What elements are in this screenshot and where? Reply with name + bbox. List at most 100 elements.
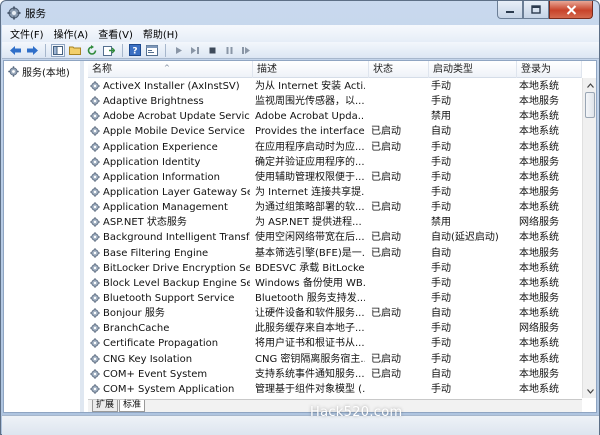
table-row[interactable]: COM+ System Application 管理基于组件对象模型 (... 手动…: [88, 382, 582, 397]
forward-button[interactable]: [25, 44, 39, 57]
column-header-log-on-as[interactable]: 登录为: [517, 61, 582, 78]
menu-file[interactable]: 文件(F): [10, 26, 44, 41]
table-row[interactable]: Base Filtering Engine 基本筛选引擎(BFE)是一... 已启动…: [88, 246, 582, 261]
service-name-cell: Adobe Acrobat Update Service: [90, 109, 250, 124]
table-row[interactable]: Application Experience 在应用程序启动时为应... 已启动 手动…: [88, 140, 582, 155]
table-row[interactable]: Bluetooth Support Service Bluetooth 服务支持发…: [88, 291, 582, 306]
column-header-startup-type[interactable]: 启动类型: [429, 61, 517, 78]
table-row[interactable]: ASP.NET 状态服务 为 ASP.NET 提供进程... 禁用 网络服务: [88, 215, 582, 230]
gear-icon: [90, 338, 100, 349]
service-name-cell: Application Management: [90, 200, 250, 215]
help-button[interactable]: ?: [128, 44, 142, 57]
table-row[interactable]: BitLocker Drive Encryption Se... BDESVC 承…: [88, 261, 582, 276]
service-status: 已启动: [371, 308, 401, 320]
table-row[interactable]: BranchCache 此服务缓存来自本地子... 手动 网络服务: [88, 321, 582, 336]
service-status: 已启动: [371, 368, 401, 380]
scroll-down-button[interactable]: [584, 385, 596, 397]
table-row[interactable]: Block Level Backup Engine Ser... Windows …: [88, 276, 582, 291]
refresh-button[interactable]: [85, 44, 99, 57]
stop-service-button[interactable]: [205, 44, 219, 57]
service-startup-type: 手动: [431, 171, 451, 183]
service-startup-type: 手动: [431, 292, 451, 304]
back-arrow-icon: [9, 45, 21, 55]
service-name: ASP.NET 状态服务: [103, 217, 187, 229]
service-log-on-as: 本地系统: [519, 338, 559, 350]
service-log-on-as: 本地系统: [519, 141, 559, 153]
restart-service-button[interactable]: [239, 44, 253, 57]
tab-extended[interactable]: 扩展: [92, 400, 119, 412]
service-name: Adobe Acrobat Update Service: [103, 111, 250, 123]
properties-button[interactable]: [145, 44, 159, 57]
gear-icon: [90, 96, 100, 106]
gear-icon: [90, 384, 100, 394]
service-description: 将用户证书和根证书从...: [255, 338, 365, 350]
stop-icon: [209, 47, 215, 53]
table-row[interactable]: Application Management 为通过组策略部署的软... 已启动 手动…: [88, 200, 582, 215]
properties-icon: [146, 44, 158, 56]
service-name: ActiveX Installer (AxInstSV): [103, 81, 240, 92]
table-row[interactable]: ActiveX Installer (AxInstSV) 为从 Internet …: [88, 79, 582, 94]
table-row[interactable]: Certificate Propagation 将用户证书和根证书从... 手动 本地…: [88, 336, 582, 351]
pause-service-button[interactable]: [222, 44, 236, 57]
menu-view[interactable]: 查看(V): [98, 26, 133, 41]
service-name-cell: COM+ Event System: [90, 367, 250, 382]
table-row[interactable]: Adaptive Brightness 监视周围光传感器，以... 手动 本地服务: [88, 94, 582, 109]
service-status: [371, 155, 426, 170]
gear-icon: [90, 262, 100, 273]
service-name-cell: Application Layer Gateway Se...: [90, 185, 250, 200]
scroll-up-button[interactable]: [584, 79, 596, 91]
watermark-text: Hack520.com: [310, 405, 403, 420]
gear-icon: [90, 353, 100, 364]
table-row[interactable]: Adobe Acrobat Update Service Adobe Acroba…: [88, 109, 582, 124]
service-log-on-as: 本地系统: [519, 383, 559, 395]
service-name-cell: Application Information: [90, 170, 250, 185]
back-button[interactable]: [8, 44, 22, 57]
tree-item-services-local[interactable]: 服务(本地): [8, 64, 70, 79]
export-button[interactable]: [102, 44, 116, 57]
service-description: 确定并验证应用程序的...: [255, 156, 365, 168]
play-step-icon: [191, 46, 199, 54]
table-row[interactable]: Background Intelligent Transf... 使用空闲网络带宽…: [88, 230, 582, 245]
menu-action[interactable]: 操作(A): [54, 26, 89, 41]
service-name-cell: Bluetooth Support Service: [90, 291, 250, 306]
column-header-label: 状态: [373, 64, 393, 75]
service-name: Application Information: [103, 171, 220, 183]
service-startup-type: 自动: [431, 368, 451, 380]
gear-icon: [90, 111, 100, 122]
menu-help[interactable]: 帮助(H): [143, 26, 178, 41]
service-status: [371, 261, 426, 276]
minimize-button[interactable]: [497, 1, 523, 19]
column-header-label: 名称: [92, 64, 112, 75]
menu-bar: 文件(F) 操作(A) 查看(V) 帮助(H): [2, 25, 599, 42]
column-header-label: 启动类型: [433, 64, 473, 75]
service-startup-type: 禁用: [431, 217, 451, 229]
service-name-cell: ASP.NET 状态服务: [90, 215, 250, 230]
column-header-name[interactable]: ^ 名称: [88, 61, 253, 78]
table-row[interactable]: CNG Key Isolation CNG 密钥隔离服务宿主... 已启动 手动 本地系…: [88, 352, 582, 367]
show-tree-button[interactable]: [51, 43, 65, 57]
table-row[interactable]: Application Information 使用辅助管理权限便于... 已启动 手…: [88, 170, 582, 185]
table-row[interactable]: Bonjour 服务 让硬件设备和软件服务... 已启动 自动 本地系统: [88, 306, 582, 321]
up-level-button[interactable]: [68, 44, 82, 57]
vertical-scrollbar[interactable]: [582, 78, 596, 398]
service-startup-type: 手动: [431, 96, 451, 108]
service-name: BitLocker Drive Encryption Se...: [103, 262, 250, 274]
title-bar[interactable]: 服务: [1, 1, 599, 25]
start-step-button[interactable]: [188, 44, 202, 57]
tab-standard[interactable]: 标准: [119, 400, 146, 412]
column-header-status[interactable]: 状态: [369, 61, 429, 78]
column-header-description[interactable]: 描述: [253, 61, 369, 78]
scrollbar-thumb[interactable]: [585, 92, 595, 118]
tree-item-label: 服务(本地): [22, 68, 70, 79]
table-row[interactable]: COM+ Event System 支持系统事件通知服务... 已启动 自动 本地服务: [88, 367, 582, 382]
close-button[interactable]: [549, 1, 593, 19]
table-row[interactable]: Apple Mobile Device Service Provides the …: [88, 124, 582, 139]
table-row[interactable]: Application Layer Gateway Se... 为 Interne…: [88, 185, 582, 200]
minimize-icon: [506, 10, 514, 13]
export-icon: [103, 45, 115, 56]
gear-icon: [90, 247, 100, 258]
table-row[interactable]: Application Identity 确定并验证应用程序的... 手动 本地服务: [88, 155, 582, 170]
maximize-button[interactable]: [523, 1, 549, 19]
service-name-cell: Bonjour 服务: [90, 306, 250, 321]
start-service-button[interactable]: [171, 44, 185, 57]
